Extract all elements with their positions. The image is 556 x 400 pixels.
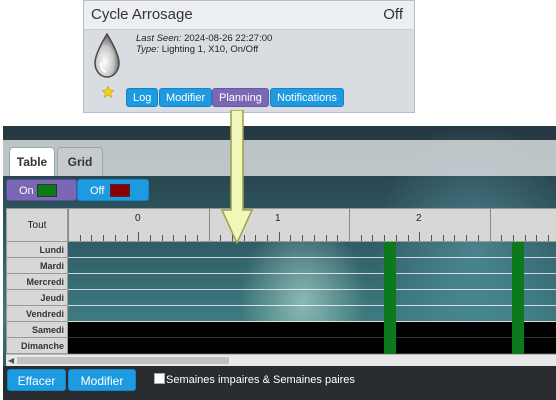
ruler-tick xyxy=(548,235,549,241)
ruler-tick xyxy=(150,235,151,241)
ruler-tick xyxy=(255,235,256,241)
ruler-tick xyxy=(173,235,174,241)
schedule-row[interactable] xyxy=(68,274,556,290)
hour-divider xyxy=(209,209,210,241)
view-tabs: Table Grid xyxy=(3,140,556,176)
on-color-swatch xyxy=(37,184,57,197)
ruler-tick xyxy=(197,235,198,241)
last-seen-label: Last Seen: xyxy=(136,33,182,44)
schedule-row[interactable] xyxy=(68,242,556,258)
weeks-option[interactable]: Semaines impaires & Semaines paires xyxy=(154,373,355,386)
on-slot-column[interactable] xyxy=(512,242,524,354)
ruler-tick xyxy=(185,235,186,241)
log-button[interactable]: Log xyxy=(126,88,159,107)
ruler-tick xyxy=(513,235,514,241)
hour-label: 1 xyxy=(275,213,281,224)
ruler-tick xyxy=(290,235,291,241)
ruler-tick xyxy=(138,232,139,241)
day-label-lundi[interactable]: Lundi xyxy=(6,242,68,258)
clear-button[interactable]: Effacer xyxy=(7,369,66,391)
down-arrow-icon xyxy=(221,110,253,244)
hour-divider xyxy=(68,209,69,241)
day-label-dimanche[interactable]: Dimanche xyxy=(6,338,68,354)
day-label-jeudi[interactable]: Jeudi xyxy=(6,290,68,306)
ruler-tick xyxy=(454,235,455,241)
scrollbar-thumb[interactable] xyxy=(17,357,229,364)
ruler-tick xyxy=(314,235,315,241)
ruler-tick xyxy=(326,235,327,241)
device-status: Off xyxy=(383,6,403,23)
ruler-tick xyxy=(431,235,432,241)
ruler-tick xyxy=(80,235,81,241)
tab-table[interactable]: Table xyxy=(9,147,55,176)
mode-off-label: Off xyxy=(90,185,105,197)
water-drop-icon xyxy=(94,33,120,78)
device-title: Cycle Arrosage xyxy=(91,6,193,23)
weeks-checkbox[interactable] xyxy=(154,373,165,384)
schedule-row[interactable] xyxy=(68,258,556,274)
ruler-tick xyxy=(91,235,92,241)
ruler-tick xyxy=(384,235,385,241)
day-label-samedi[interactable]: Samedi xyxy=(6,322,68,338)
ruler-tick xyxy=(337,235,338,241)
select-all-cell[interactable]: Tout xyxy=(6,208,68,242)
ruler-tick xyxy=(127,235,128,241)
ruler-tick xyxy=(408,235,409,241)
day-label-mercredi[interactable]: Mercredi xyxy=(6,274,68,290)
ruler-tick xyxy=(279,232,280,241)
mode-off-button[interactable]: Off xyxy=(77,179,149,201)
ruler-tick xyxy=(396,235,397,241)
mode-on-button[interactable]: On xyxy=(6,179,77,201)
type-value: Lighting 1, X10, On/Off xyxy=(161,44,259,55)
schedule-row[interactable] xyxy=(68,322,556,338)
ruler-tick xyxy=(267,235,268,241)
horizontal-scrollbar[interactable]: ◀ xyxy=(6,354,556,366)
ruler-tick xyxy=(525,235,526,241)
hour-label: 0 xyxy=(135,213,141,224)
edit-button[interactable]: Modifier xyxy=(68,369,136,391)
notifications-button[interactable]: Notifications xyxy=(270,88,344,107)
day-label-vendredi[interactable]: Vendredi xyxy=(6,306,68,322)
device-card: Cycle Arrosage Off Last Seen: 2024-08-26… xyxy=(83,0,415,113)
schedule-row[interactable] xyxy=(68,306,556,322)
ruler-tick xyxy=(536,235,537,241)
ruler-tick xyxy=(361,235,362,241)
ruler-tick xyxy=(115,235,116,241)
planner-footer: Effacer Modifier Semaines impaires & Sem… xyxy=(3,366,556,400)
ruler-tick xyxy=(419,232,420,241)
ruler-tick xyxy=(466,235,467,241)
ruler-tick xyxy=(372,235,373,241)
schedule-row[interactable] xyxy=(68,290,556,306)
weeks-label: Semaines impaires & Semaines paires xyxy=(166,374,355,386)
hour-label: 2 xyxy=(416,213,422,224)
last-seen-value: 2024-08-26 22:27:00 xyxy=(184,33,273,44)
mode-on-label: On xyxy=(19,185,34,197)
tab-grid[interactable]: Grid xyxy=(57,147,103,176)
device-meta: Last Seen: 2024-08-26 22:27:00 Type: Lig… xyxy=(136,33,272,55)
type-label: Type: xyxy=(136,44,160,55)
favorite-star-icon[interactable] xyxy=(101,85,115,99)
planning-button[interactable]: Planning xyxy=(212,88,269,107)
modifier-button[interactable]: Modifier xyxy=(159,88,213,107)
schedule-row[interactable] xyxy=(68,338,556,354)
ruler-tick xyxy=(501,235,502,241)
off-color-swatch xyxy=(110,184,130,197)
device-card-header: Cycle Arrosage Off xyxy=(84,1,414,30)
day-label-mardi[interactable]: Mardi xyxy=(6,258,68,274)
ruler-tick xyxy=(103,235,104,241)
hour-divider xyxy=(490,209,491,241)
ruler-tick xyxy=(443,235,444,241)
hour-divider xyxy=(349,209,350,241)
on-slot-column[interactable] xyxy=(384,242,396,354)
scroll-left-icon[interactable]: ◀ xyxy=(8,355,14,366)
ruler-tick xyxy=(478,235,479,241)
ruler-tick xyxy=(162,235,163,241)
hour-header: 0 1 2 xyxy=(68,208,556,242)
planning-panel: Table Grid On Off Tout 0 1 2 Lundi Mardi… xyxy=(3,126,556,400)
ruler-tick xyxy=(302,235,303,241)
